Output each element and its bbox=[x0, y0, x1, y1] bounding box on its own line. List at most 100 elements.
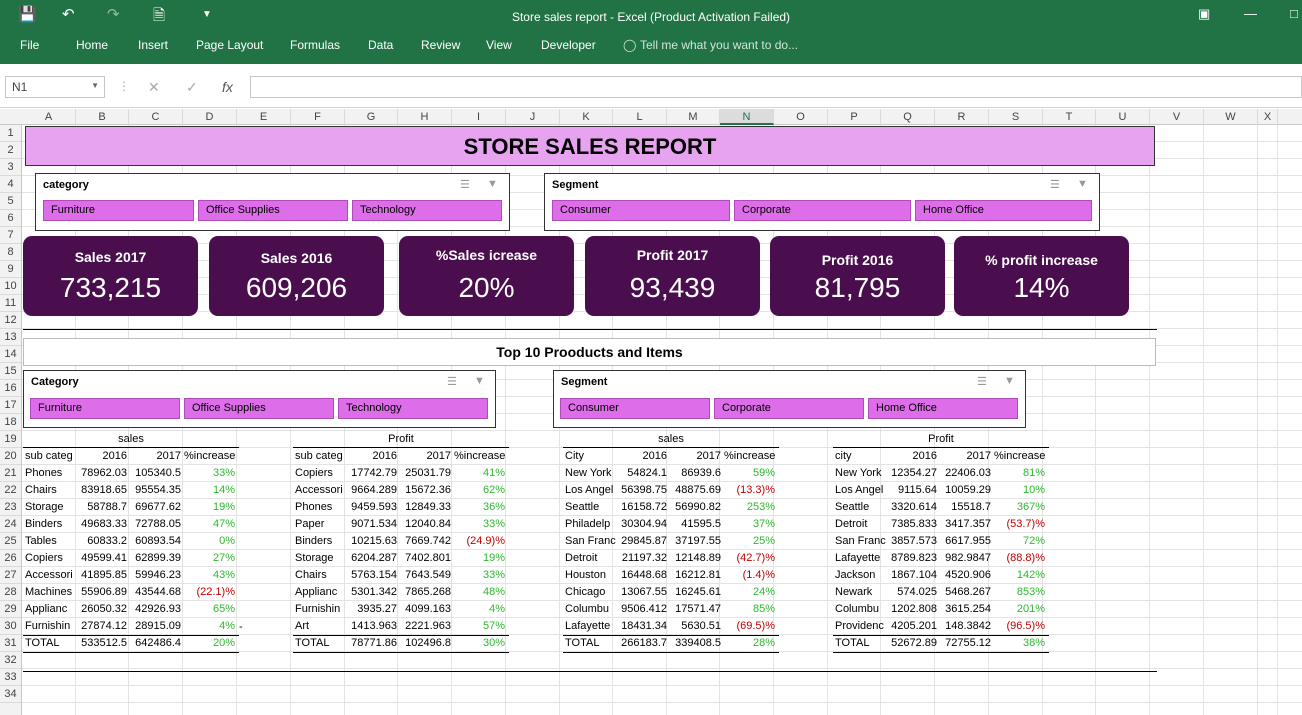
table-cell[interactable]: 5468.267 bbox=[940, 584, 994, 601]
row-header-9[interactable]: 9 bbox=[0, 261, 21, 278]
table-cell[interactable]: 19% bbox=[184, 499, 238, 516]
table-cell[interactable]: 24% bbox=[724, 584, 778, 601]
chevron-down-icon[interactable]: ▼ bbox=[91, 81, 99, 90]
table-cell[interactable]: Tables bbox=[25, 533, 77, 550]
enter-icon[interactable]: ✓ bbox=[186, 79, 198, 96]
table-cell[interactable]: Machines bbox=[25, 584, 77, 601]
table-cell[interactable]: 9071.534 bbox=[347, 516, 400, 533]
table-header-cell[interactable]: 2017 bbox=[670, 448, 724, 465]
table-cell[interactable]: 36% bbox=[454, 499, 508, 516]
table-cell[interactable]: 95554.35 bbox=[130, 482, 184, 499]
table-cell[interactable]: 78962.03 bbox=[77, 465, 130, 482]
table-cell[interactable]: New York bbox=[835, 465, 887, 482]
table-cell[interactable]: 7669.742 bbox=[400, 533, 454, 550]
table-cell[interactable]: 16158.72 bbox=[617, 499, 670, 516]
row-header-14[interactable]: 14 bbox=[0, 346, 21, 363]
table-cell[interactable]: 33% bbox=[184, 465, 238, 482]
table-cell[interactable]: 14% bbox=[184, 482, 238, 499]
table-cell[interactable]: 13067.55 bbox=[617, 584, 670, 601]
total-cell[interactable]: TOTAL bbox=[565, 635, 617, 652]
table-cell[interactable]: 10059.29 bbox=[940, 482, 994, 499]
row-header-27[interactable]: 27 bbox=[0, 567, 21, 584]
menu-file[interactable]: File bbox=[20, 38, 39, 52]
table-cell[interactable]: 7402.801 bbox=[400, 550, 454, 567]
table-header-cell[interactable]: sub categ bbox=[295, 448, 347, 465]
column-header-d[interactable]: D bbox=[183, 109, 237, 125]
row-header-7[interactable]: 7 bbox=[0, 227, 21, 244]
table-cell[interactable]: Applianc bbox=[295, 584, 347, 601]
table-cell[interactable]: 4099.163 bbox=[400, 601, 454, 618]
table-cell[interactable]: Phones bbox=[295, 499, 347, 516]
table-cell[interactable]: San Franc bbox=[565, 533, 617, 550]
row-header-15[interactable]: 15 bbox=[0, 363, 21, 380]
row-header-31[interactable]: 31 bbox=[0, 635, 21, 652]
table-cell[interactable]: 3320.614 bbox=[887, 499, 940, 516]
table-cell[interactable]: New York bbox=[565, 465, 617, 482]
table-cell[interactable]: 16212.81 bbox=[670, 567, 724, 584]
row-header-20[interactable]: 20 bbox=[0, 448, 21, 465]
table-cell[interactable]: Copiers bbox=[295, 465, 347, 482]
slicer-item-office-supplies[interactable]: Office Supplies bbox=[184, 398, 334, 419]
total-cell[interactable]: 266183.7 bbox=[617, 635, 670, 652]
table-cell[interactable]: 3417.357 bbox=[940, 516, 994, 533]
column-header-j[interactable]: J bbox=[506, 109, 560, 125]
table-cell[interactable]: 60833.2 bbox=[77, 533, 130, 550]
table-cell[interactable]: 1413.963 bbox=[347, 618, 400, 635]
slicer-item-furniture[interactable]: Furniture bbox=[43, 200, 194, 221]
table-cell[interactable]: 142% bbox=[994, 567, 1048, 584]
table-cell[interactable]: (96.5)% bbox=[994, 618, 1048, 635]
total-cell[interactable]: 78771.86 bbox=[347, 635, 400, 652]
table-cell[interactable]: Chairs bbox=[295, 567, 347, 584]
total-cell[interactable]: 642486.4 bbox=[130, 635, 184, 652]
total-cell[interactable]: 38% bbox=[994, 635, 1048, 652]
column-header-x[interactable]: X bbox=[1258, 109, 1278, 125]
table-cell[interactable]: 8789.823 bbox=[887, 550, 940, 567]
menu-page-layout[interactable]: Page Layout bbox=[196, 38, 263, 52]
menu-view[interactable]: View bbox=[486, 38, 512, 52]
table-header-cell[interactable]: %increase bbox=[184, 448, 238, 465]
row-header-4[interactable]: 4 bbox=[0, 176, 21, 193]
table-cell[interactable]: San Franc bbox=[835, 533, 887, 550]
total-cell[interactable]: 339408.5 bbox=[670, 635, 724, 652]
table-cell[interactable]: 72788.05 bbox=[130, 516, 184, 533]
table-cell[interactable]: 26050.32 bbox=[77, 601, 130, 618]
table-cell[interactable]: 1202.808 bbox=[887, 601, 940, 618]
menu-insert[interactable]: Insert bbox=[138, 38, 168, 52]
row-header-8[interactable]: 8 bbox=[0, 244, 21, 261]
table-cell[interactable]: Los Angel bbox=[835, 482, 887, 499]
row-header-22[interactable]: 22 bbox=[0, 482, 21, 499]
table-cell[interactable]: (22.1)% bbox=[184, 584, 238, 601]
table-cell[interactable]: Detroit bbox=[835, 516, 887, 533]
table-cell[interactable]: 12040.84 bbox=[400, 516, 454, 533]
table-cell[interactable]: 5630.51 bbox=[670, 618, 724, 635]
table-header-cell[interactable]: 2017 bbox=[400, 448, 454, 465]
total-cell[interactable]: 102496.8 bbox=[400, 635, 454, 652]
row-header-18[interactable]: 18 bbox=[0, 414, 21, 431]
table-cell[interactable]: 3615.254 bbox=[940, 601, 994, 618]
table-cell[interactable]: 43% bbox=[184, 567, 238, 584]
column-header-r[interactable]: R bbox=[935, 109, 989, 125]
table-cell[interactable]: (88.8)% bbox=[994, 550, 1048, 567]
table-cell[interactable]: Accessori bbox=[295, 482, 347, 499]
table-cell[interactable]: Detroit bbox=[565, 550, 617, 567]
table-cell[interactable]: 367% bbox=[994, 499, 1048, 516]
slicer-item-home-office[interactable]: Home Office bbox=[868, 398, 1018, 419]
minimize-icon[interactable]: — bbox=[1244, 6, 1257, 21]
row-header-30[interactable]: 30 bbox=[0, 618, 21, 635]
column-header-f[interactable]: F bbox=[291, 109, 345, 125]
table-cell[interactable]: Columbu bbox=[835, 601, 887, 618]
total-cell[interactable]: 28% bbox=[724, 635, 778, 652]
table-cell[interactable]: 42926.93 bbox=[130, 601, 184, 618]
row-header-21[interactable]: 21 bbox=[0, 465, 21, 482]
table-cell[interactable]: 56990.82 bbox=[670, 499, 724, 516]
name-box[interactable]: N1 ▼ bbox=[5, 76, 105, 98]
table-cell[interactable]: Binders bbox=[25, 516, 77, 533]
table-cell[interactable]: (53.7)% bbox=[994, 516, 1048, 533]
table-cell[interactable]: (42.7)% bbox=[724, 550, 778, 567]
menu-developer[interactable]: Developer bbox=[541, 38, 596, 52]
table-cell[interactable]: Lafayette bbox=[835, 550, 887, 567]
clear-filter-icon[interactable]: ▼ bbox=[474, 375, 485, 387]
table-header-cell[interactable]: %increase bbox=[724, 448, 778, 465]
table-cell[interactable]: 49683.33 bbox=[77, 516, 130, 533]
table-cell[interactable]: 62% bbox=[454, 482, 508, 499]
